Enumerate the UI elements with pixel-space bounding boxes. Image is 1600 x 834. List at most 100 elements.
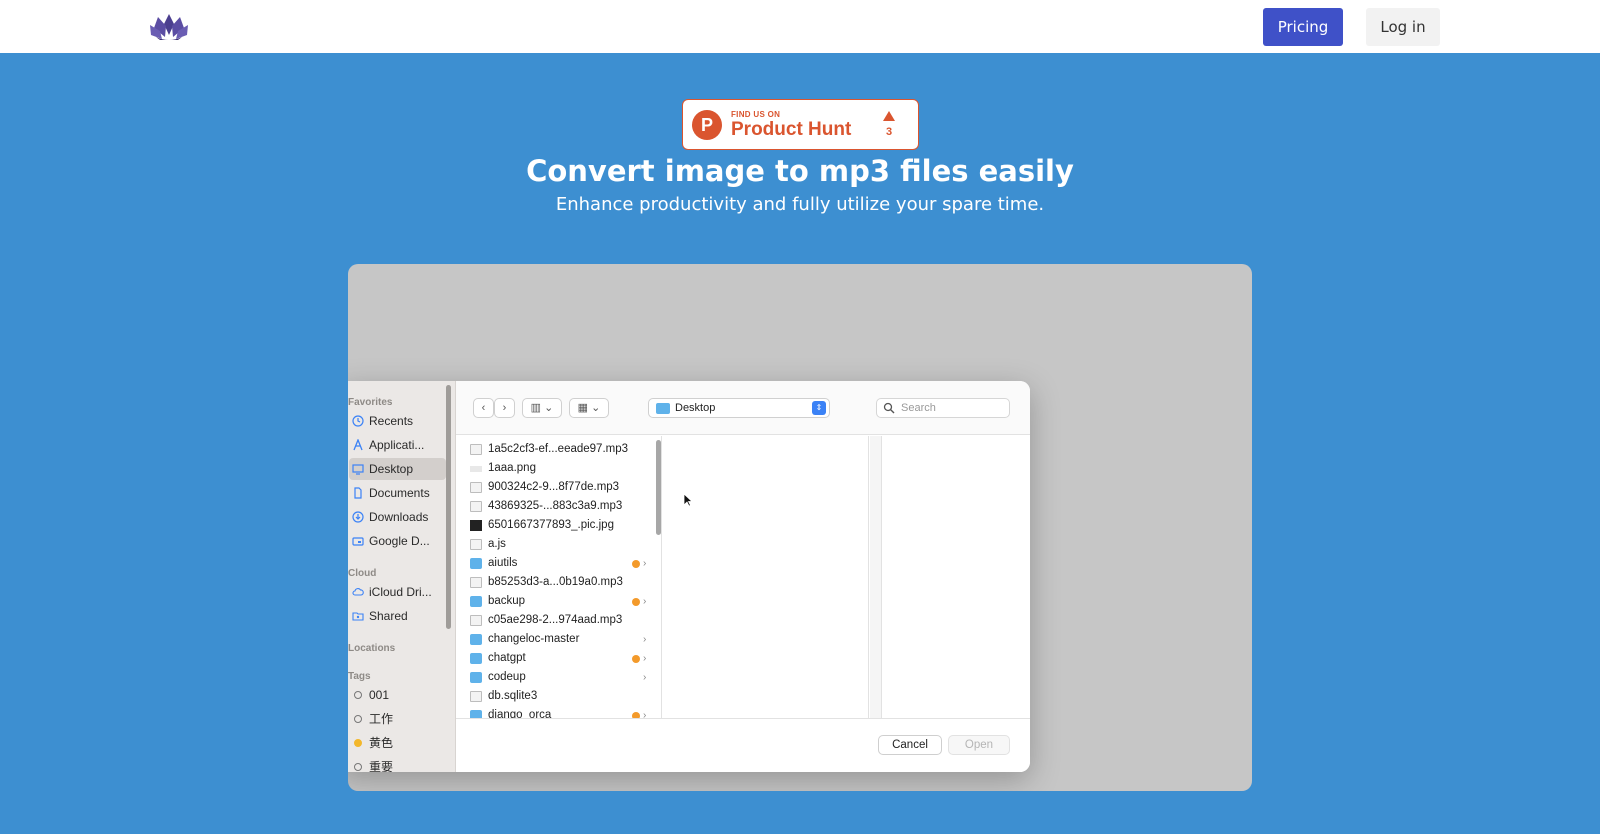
sidebar-item-label: 重要 (369, 760, 394, 772)
pricing-button[interactable]: Pricing (1263, 8, 1343, 46)
folder-icon (470, 672, 482, 683)
download-icon (352, 511, 364, 523)
shared-folder-icon (352, 612, 364, 621)
sidebar-item-label: 工作 (369, 712, 394, 726)
list-item[interactable]: db.sqlite3 (468, 687, 648, 706)
image-file-icon (470, 520, 482, 531)
sidebar-scrollbar[interactable] (446, 385, 451, 629)
document-icon (354, 487, 362, 499)
product-hunt-badge[interactable]: P FIND US ON Product Hunt 3 (682, 99, 919, 150)
audio-file-icon (470, 444, 482, 455)
badge-title: Product Hunt (731, 119, 852, 140)
file-open-dialog: Favorites Recents Applicati... Desktop D… (348, 381, 1030, 772)
folder-icon (470, 596, 482, 607)
updown-chevron-icon: ⇕ (812, 401, 826, 415)
chevron-right-icon: › (643, 634, 647, 645)
list-item[interactable]: 1aaa.png (468, 459, 648, 478)
product-hunt-logo-icon: P (692, 110, 722, 140)
chevron-right-icon: › (643, 672, 647, 683)
sidebar-item-downloads[interactable]: Downloads (349, 506, 446, 528)
file-name: chatgpt (488, 652, 526, 664)
sidebar-heading-tags: Tags (348, 671, 371, 682)
location-dropdown[interactable]: Desktop ⇕ (648, 398, 830, 418)
folder-icon (470, 653, 482, 664)
group-by-button[interactable]: ▦ ⌄ (569, 398, 609, 418)
sidebar-item-applications[interactable]: Applicati... (349, 434, 446, 456)
file-name: django_orca (488, 709, 552, 718)
file-name: codeup (488, 671, 526, 683)
drive-icon (352, 537, 364, 546)
sidebar-item-icloud[interactable]: iCloud Dri... (349, 581, 446, 603)
dialog-toolbar: ‹ › ▥ ⌄ ▦ ⌄ Desktop ⇕ Search (456, 381, 1030, 435)
folder-icon (470, 558, 482, 569)
file-name: 6501667377893_.pic.jpg (488, 519, 614, 531)
cloud-icon (352, 588, 364, 596)
dialog-sidebar: Favorites Recents Applicati... Desktop D… (348, 381, 456, 772)
list-item[interactable]: b85253d3-a...0b19a0.mp3 (468, 573, 648, 592)
lotus-logo-icon[interactable] (148, 11, 190, 41)
file-name: c05ae298-2...974aad.mp3 (488, 614, 623, 626)
sidebar-tag-yellow[interactable]: 黄色 (349, 732, 446, 754)
search-placeholder: Search (901, 402, 936, 414)
list-item[interactable]: chatgpt › (468, 649, 648, 668)
top-nav: Pricing Log in (0, 0, 1600, 53)
chevron-right-icon: › (502, 402, 507, 414)
tag-circle-icon (354, 763, 362, 771)
upvote-arrow-icon (883, 111, 895, 121)
sidebar-tag-work[interactable]: 工作 (349, 708, 446, 730)
sidebar-item-label: 001 (369, 688, 390, 702)
hero-title: Convert image to mp3 files easily (526, 154, 1074, 188)
sidebar-item-desktop[interactable]: Desktop (349, 458, 446, 480)
folder-icon (656, 403, 670, 414)
forward-button[interactable]: › (494, 398, 515, 418)
badge-caption: FIND US ON (731, 110, 781, 119)
search-icon (883, 402, 895, 414)
file-name: backup (488, 595, 526, 607)
clock-icon (352, 415, 364, 427)
columns-icon: ▥ ⌄ (530, 402, 554, 414)
list-item[interactable]: 43869325-...883c3a9.mp3 (468, 497, 648, 516)
back-button[interactable]: ‹ (473, 398, 494, 418)
list-item[interactable]: backup › (468, 592, 648, 611)
database-file-icon (470, 691, 482, 702)
sidebar-heading-cloud: Cloud (348, 568, 377, 579)
sidebar-tag-001[interactable]: 001 (349, 684, 446, 706)
audio-file-icon (470, 501, 482, 512)
list-item[interactable]: 6501667377893_.pic.jpg (468, 516, 648, 535)
list-item[interactable]: 1a5c2cf3-ef...eeade97.mp3 (468, 440, 648, 459)
view-columns-button[interactable]: ▥ ⌄ (522, 398, 562, 418)
sidebar-item-label: iCloud Dri... (369, 585, 432, 599)
list-item[interactable]: django_orca › (468, 706, 648, 718)
list-item[interactable]: aiutils › (468, 554, 648, 573)
list-item[interactable]: codeup › (468, 668, 648, 687)
list-item[interactable]: a.js (468, 535, 648, 554)
sidebar-item-shared[interactable]: Shared (349, 605, 446, 627)
file-name: a.js (488, 538, 506, 550)
list-item[interactable]: c05ae298-2...974aad.mp3 (468, 611, 648, 630)
file-name: changeloc-master (488, 633, 580, 645)
sidebar-tag-important[interactable]: 重要 (349, 756, 446, 772)
file-name: 1aaa.png (488, 462, 536, 474)
list-item[interactable]: changeloc-master › (468, 630, 648, 649)
cancel-button[interactable]: Cancel (878, 735, 942, 755)
list-item[interactable]: 900324c2-9...8f77de.mp3 (468, 478, 648, 497)
column-divider[interactable] (870, 436, 882, 718)
sidebar-item-documents[interactable]: Documents (349, 482, 446, 504)
file-list-scrollbar[interactable] (656, 440, 661, 535)
hero-subtitle: Enhance productivity and fully utilize y… (555, 194, 1045, 215)
sidebar-item-label: Recents (369, 414, 414, 428)
dialog-footer: Cancel Open (456, 718, 1030, 772)
preview-column (663, 436, 869, 718)
login-button[interactable]: Log in (1366, 8, 1440, 46)
sidebar-item-recents[interactable]: Recents (349, 410, 446, 432)
sidebar-heading-locations: Locations (348, 643, 396, 654)
sidebar-item-label: Shared (369, 609, 408, 623)
open-button[interactable]: Open (948, 735, 1010, 755)
file-name: db.sqlite3 (488, 690, 538, 702)
search-input[interactable]: Search (876, 398, 1010, 418)
sidebar-item-label: Applicati... (369, 438, 425, 452)
sidebar-item-google-drive[interactable]: Google D... (349, 530, 446, 552)
file-name: 1a5c2cf3-ef...eeade97.mp3 (488, 443, 629, 455)
sidebar-item-label: Documents (369, 486, 430, 500)
sidebar-item-label: Desktop (369, 462, 414, 476)
